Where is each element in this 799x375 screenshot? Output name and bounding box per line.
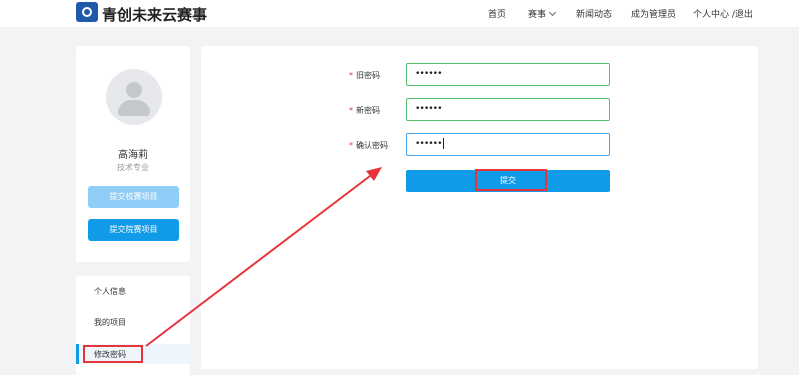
- nav-contest[interactable]: 赛事: [528, 7, 557, 20]
- nav-become-admin[interactable]: 成为管理员: [631, 7, 676, 20]
- submit-college-project-button[interactable]: 提交院赛项目: [88, 219, 179, 241]
- required-mark: *: [349, 71, 353, 80]
- annotation-highlight-box: [83, 345, 143, 363]
- required-mark: *: [349, 141, 353, 150]
- nav-home[interactable]: 首页: [488, 7, 506, 20]
- annotation-highlight-box: [475, 169, 547, 191]
- required-mark: *: [349, 106, 353, 115]
- old-password-label-text: 旧密码: [356, 71, 380, 80]
- change-password-panel: * 旧密码 •••••• * 新密码 •••••• * 确认密码 •••••• 提交: [201, 46, 758, 369]
- nav-news[interactable]: 新闻动态: [576, 7, 612, 20]
- menu-item-personal-info[interactable]: 个人信息: [94, 286, 126, 297]
- avatar: [106, 69, 162, 125]
- confirm-password-label: * 确认密码: [349, 140, 388, 151]
- profile-card: 高海莉 技术专业 提交校赛项目 提交院赛项目: [76, 46, 190, 262]
- top-navbar: 青创未来云赛事 首页 赛事 新闻动态 成为管理员 个人中心 /退出: [0, 0, 799, 27]
- nav-user-center-logout[interactable]: 个人中心 /退出: [693, 7, 753, 20]
- confirm-password-value: ••••••: [415, 139, 442, 149]
- confirm-password-field[interactable]: ••••••: [406, 133, 610, 156]
- nav-contest-label: 赛事: [528, 10, 547, 20]
- old-password-field[interactable]: ••••••: [406, 63, 610, 86]
- active-indicator-bar: [76, 344, 79, 364]
- avatar-body-shape: [118, 100, 150, 116]
- confirm-password-label-text: 确认密码: [356, 141, 388, 150]
- new-password-field[interactable]: ••••••: [406, 98, 610, 121]
- side-menu: 个人信息 我的项目 修改密码: [76, 276, 190, 375]
- text-caret: [442, 138, 444, 149]
- menu-item-my-projects[interactable]: 我的项目: [94, 317, 126, 328]
- old-password-label: * 旧密码: [349, 70, 380, 81]
- profile-major: 技术专业: [117, 163, 149, 172]
- brand-logo-icon[interactable]: [76, 2, 98, 22]
- profile-name: 高海莉: [118, 150, 148, 161]
- submit-school-project-button[interactable]: 提交校赛项目: [88, 186, 179, 208]
- new-password-label: * 新密码: [349, 105, 380, 116]
- new-password-label-text: 新密码: [356, 106, 380, 115]
- avatar-head-shape: [126, 82, 142, 98]
- brand-name[interactable]: 青创未来云赛事: [102, 4, 207, 25]
- chevron-down-icon: [548, 8, 557, 17]
